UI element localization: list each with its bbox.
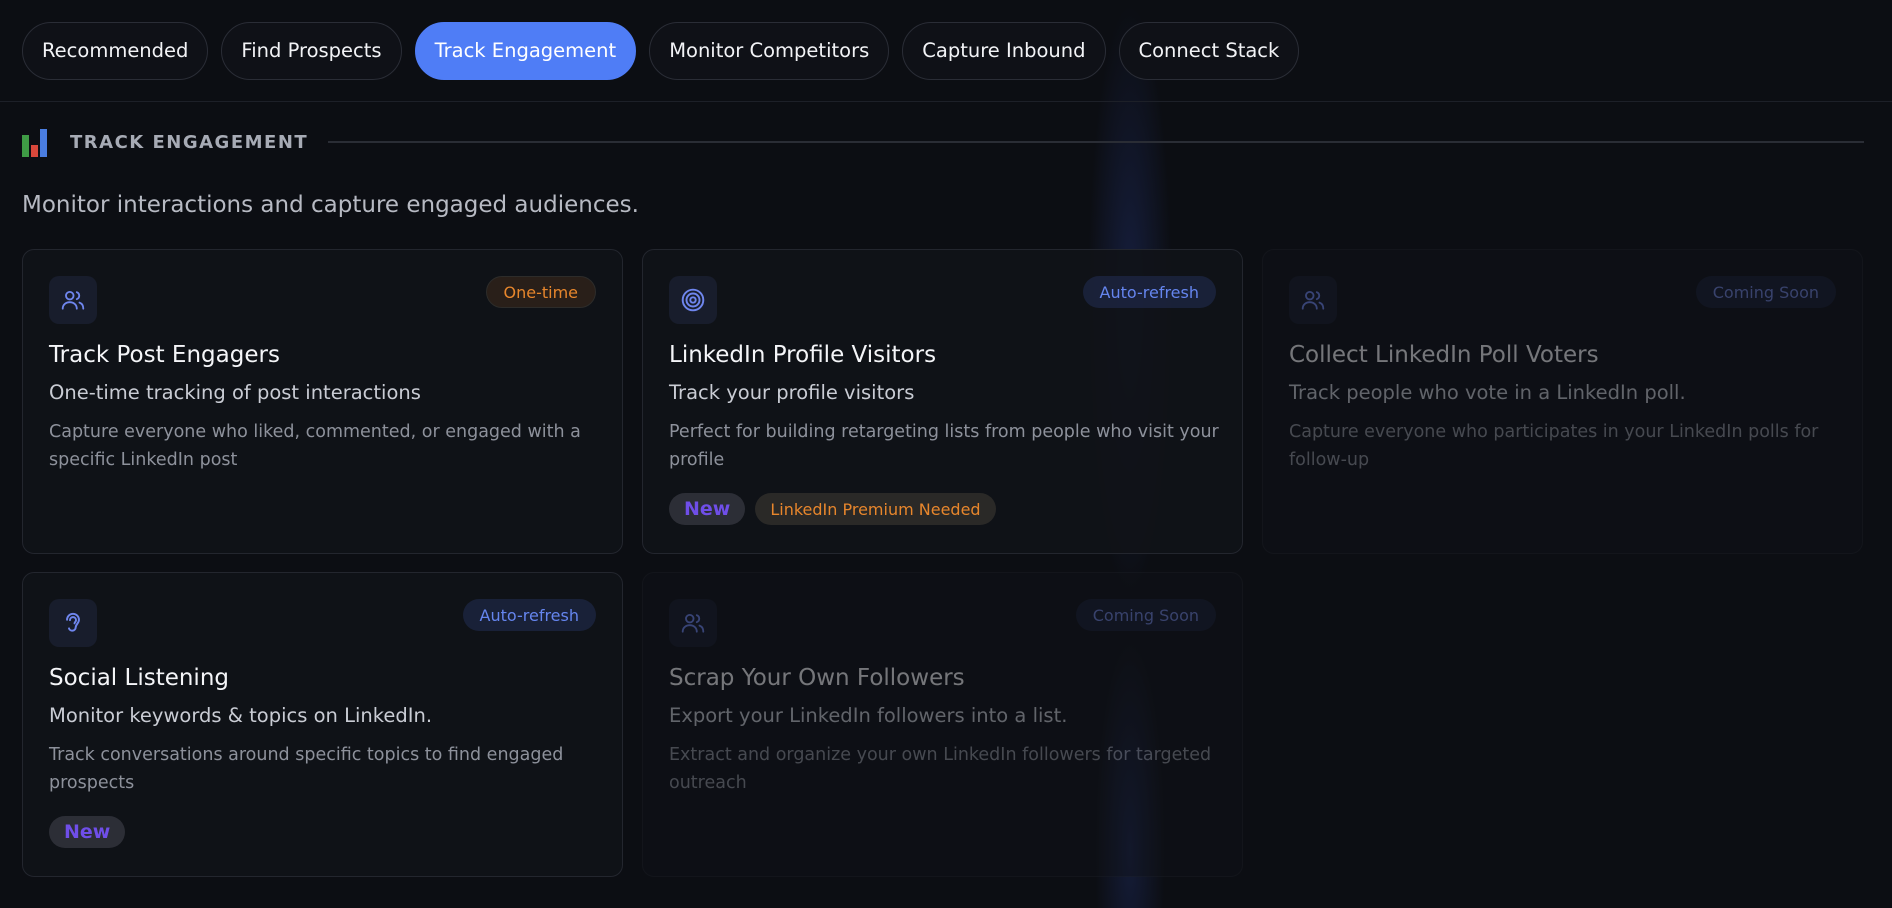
auto-refresh-badge: Auto-refresh — [1082, 276, 1216, 308]
card-title: Social Listening — [49, 665, 230, 691]
card-title: Scrap Your Own Followers — [669, 665, 965, 691]
ear-icon — [49, 599, 97, 647]
card-tags: New LinkedIn Premium Needed — [669, 493, 996, 525]
card-scrap-own-followers: Coming Soon Scrap Your Own Followers Exp… — [642, 572, 1243, 877]
card-title: Collect LinkedIn Poll Voters — [1289, 342, 1599, 368]
section-header: TRACK ENGAGEMENT — [22, 124, 1864, 160]
card-description: Capture everyone who liked, commented, o… — [49, 422, 581, 470]
new-tag: New — [49, 816, 126, 848]
users-icon — [1289, 276, 1337, 324]
card-linkedin-profile-visitors[interactable]: Auto-refresh LinkedIn Profile Visitors T… — [642, 249, 1243, 554]
card-description: Track conversations around specific topi… — [49, 745, 564, 793]
card-subtitle: Track your profile visitors — [669, 381, 915, 404]
tab-track-engagement[interactable]: Track Engagement — [414, 21, 637, 80]
card-subtitle: Monitor keywords & topics on LinkedIn. — [49, 704, 433, 727]
one-time-badge: One-time — [485, 276, 596, 308]
tab-connect-stack[interactable]: Connect Stack — [1118, 21, 1300, 80]
card-tags: New — [49, 816, 126, 848]
card-subtitle: Export your LinkedIn followers into a li… — [669, 704, 1068, 727]
tab-recommended[interactable]: Recommended — [22, 21, 209, 80]
section-divider — [328, 141, 1864, 143]
card-title: Track Post Engagers — [49, 342, 280, 368]
tab-find-prospects[interactable]: Find Prospects — [221, 21, 402, 80]
card-subtitle: Track people who vote in a LinkedIn poll… — [1289, 381, 1686, 404]
category-tabs: Recommended Find Prospects Track Engagem… — [0, 0, 1892, 102]
card-description: Capture everyone who participates in you… — [1289, 422, 1819, 470]
card-collect-poll-voters: Coming Soon Collect LinkedIn Poll Voters… — [1262, 249, 1863, 554]
card-title: LinkedIn Profile Visitors — [669, 342, 937, 368]
bar-chart-icon — [22, 127, 50, 157]
card-subtitle: One-time tracking of post interactions — [49, 381, 421, 404]
auto-refresh-badge: Auto-refresh — [462, 599, 596, 631]
coming-soon-badge: Coming Soon — [1075, 599, 1216, 631]
users-icon — [49, 276, 97, 324]
new-tag: New — [669, 493, 746, 525]
tab-capture-inbound[interactable]: Capture Inbound — [902, 21, 1106, 80]
card-track-post-engagers[interactable]: One-time Track Post Engagers One-time tr… — [22, 249, 623, 554]
users-icon — [669, 599, 717, 647]
tab-monitor-competitors[interactable]: Monitor Competitors — [649, 21, 890, 80]
card-social-listening[interactable]: Auto-refresh Social Listening Monitor ke… — [22, 572, 623, 877]
card-description: Extract and organize your own LinkedIn f… — [669, 745, 1212, 793]
premium-required-tag: LinkedIn Premium Needed — [755, 493, 996, 525]
coming-soon-badge: Coming Soon — [1695, 276, 1836, 308]
section-title: TRACK ENGAGEMENT — [70, 131, 309, 153]
section-description: Monitor interactions and capture engaged… — [22, 192, 639, 218]
target-icon — [669, 276, 717, 324]
card-description: Perfect for building retargeting lists f… — [669, 422, 1219, 470]
